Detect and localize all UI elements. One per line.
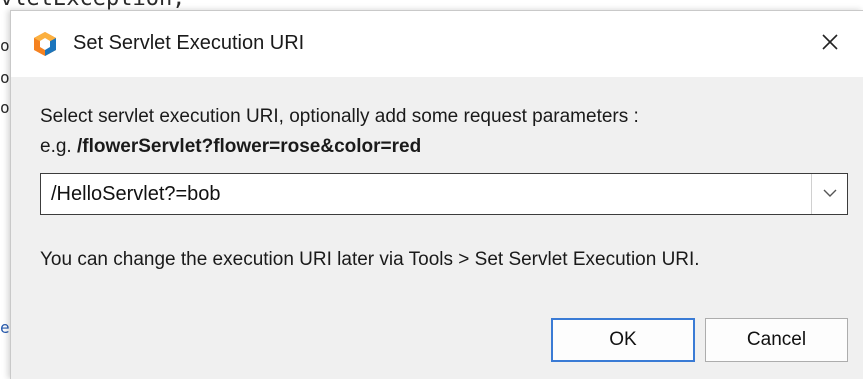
close-icon [820, 32, 840, 57]
background-gutter-char: o [0, 98, 10, 117]
cancel-button[interactable]: Cancel [705, 318, 848, 362]
dialog-title: Set Servlet Execution URI [73, 32, 305, 54]
ok-button[interactable]: OK [551, 318, 695, 362]
hint-text: You can change the execution URI later v… [40, 249, 700, 270]
set-servlet-uri-dialog: Set Servlet Execution URI Select servlet… [10, 10, 863, 379]
uri-dropdown-button[interactable] [812, 174, 847, 214]
netbeans-logo-icon [32, 31, 58, 57]
example-uri: /flowerServlet?flower=rose&color=red [76, 136, 422, 157]
example-prefix: e.g. [40, 136, 77, 157]
dialog-titlebar[interactable]: Set Servlet Execution URI [11, 11, 863, 77]
uri-input[interactable] [41, 174, 811, 214]
instruction-text: Select servlet execution URI, optionally… [40, 106, 639, 127]
chevron-down-icon [823, 185, 837, 203]
example-text: e.g. /flowerServlet?flower=rose&color=re… [40, 136, 421, 158]
uri-combobox[interactable] [40, 173, 848, 215]
close-button[interactable] [809, 23, 851, 65]
background-gutter-char: o [0, 68, 10, 87]
background-gutter-char: o [0, 36, 10, 55]
